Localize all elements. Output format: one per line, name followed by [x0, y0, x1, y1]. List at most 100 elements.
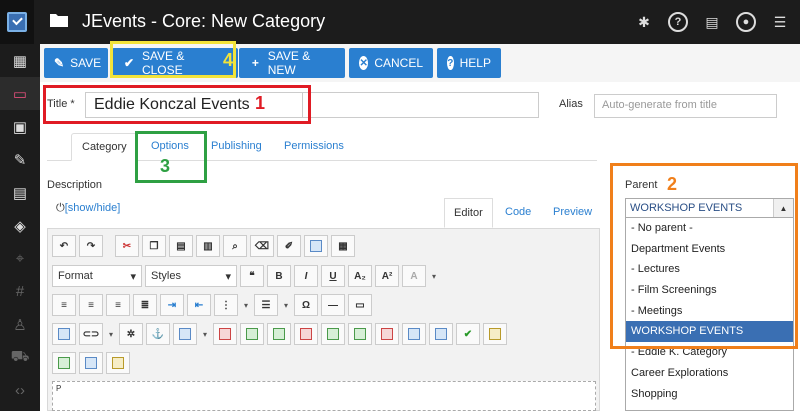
bullet-list-icon[interactable]: ☰: [254, 294, 278, 316]
user-icon[interactable]: ●: [736, 12, 756, 32]
insert-time-shape: [85, 357, 97, 369]
redo-icon[interactable]: ↷: [79, 235, 103, 257]
list-item[interactable]: Career Explorations: [626, 363, 793, 384]
template-icon[interactable]: [304, 235, 328, 257]
tab-publishing[interactable]: Publishing: [201, 133, 272, 161]
editor-content-area[interactable]: P: [52, 381, 596, 411]
show-hide-toggle[interactable]: ⏻[show/hide]: [56, 202, 120, 215]
paste-icon[interactable]: ▤: [169, 235, 193, 257]
edit-icon[interactable]: ✎: [0, 143, 40, 176]
close-icon: ✕: [359, 56, 369, 70]
form-tabs: Category Options Publishing Permissions: [47, 128, 597, 161]
cancel-button[interactable]: ✕ CANCEL: [349, 48, 433, 78]
spellcheck-icon[interactable]: ✔: [456, 323, 480, 345]
joomla-icon[interactable]: ✱: [634, 12, 654, 32]
tab-category[interactable]: Category: [71, 133, 138, 161]
location-icon[interactable]: ⌖: [0, 242, 40, 275]
wysiwyg-editor: ↶ ↷ ✂ ❐ ▤ ▥ ⌕ ⌫ ✐ ▦ Format ▾ Styles ▾ ❝ B …: [47, 228, 600, 411]
horizontal-rule-icon[interactable]: —: [321, 294, 345, 316]
merge-cell-icon[interactable]: [429, 323, 453, 345]
list-item[interactable]: Shopping: [626, 384, 793, 405]
underline-icon[interactable]: U: [321, 265, 345, 287]
alias-field[interactable]: Auto-generate from title: [594, 94, 777, 118]
justify-icon[interactable]: ≣: [133, 294, 157, 316]
paste-text-icon[interactable]: ▥: [196, 235, 220, 257]
outdent-icon[interactable]: ⇤: [187, 294, 211, 316]
tab-editor[interactable]: Editor: [444, 198, 493, 228]
paint-icon[interactable]: ◈: [0, 209, 40, 242]
brush-icon[interactable]: ✐: [277, 235, 301, 257]
events-icon[interactable]: ▣: [0, 110, 40, 143]
print-icon[interactable]: [483, 323, 507, 345]
page-break-icon[interactable]: ▭: [348, 294, 372, 316]
chevron-down-icon[interactable]: ▾: [200, 323, 210, 345]
split-cell-icon[interactable]: [402, 323, 426, 345]
annotation-box-title: [43, 85, 311, 124]
user-icon[interactable]: ♙: [0, 308, 40, 341]
title-field-extension[interactable]: [303, 92, 539, 118]
category-icon[interactable]: ▭: [0, 77, 40, 110]
align-left-icon[interactable]: ≡: [52, 294, 76, 316]
insert-time-icon[interactable]: [79, 352, 103, 374]
row-after-shape: [273, 328, 285, 340]
print-shape: [489, 328, 501, 340]
copy-icon[interactable]: ❐: [142, 235, 166, 257]
superscript-icon[interactable]: A²: [375, 265, 399, 287]
row-after-icon[interactable]: [267, 323, 291, 345]
subscript-icon[interactable]: A₂: [348, 265, 372, 287]
image-icon[interactable]: [52, 323, 76, 345]
find-icon[interactable]: ⌕: [223, 235, 247, 257]
font-color-icon[interactable]: A: [402, 265, 426, 287]
link-icon[interactable]: ⊂⊃: [79, 323, 103, 345]
chevron-down-icon[interactable]: ▾: [106, 323, 116, 345]
split-cell-shape: [408, 328, 420, 340]
notification-icon[interactable]: ▤: [702, 12, 722, 32]
settings-icon[interactable]: ☰: [770, 12, 790, 32]
row-before-icon[interactable]: [240, 323, 264, 345]
save-new-button[interactable]: + SAVE & NEW: [239, 48, 345, 78]
italic-icon[interactable]: I: [294, 265, 318, 287]
document-icon[interactable]: ▤: [0, 176, 40, 209]
tab-permissions[interactable]: Permissions: [274, 133, 354, 161]
media-icon[interactable]: [106, 352, 130, 374]
help-icon[interactable]: ?: [668, 12, 688, 32]
code-icon[interactable]: ‹›: [0, 374, 40, 407]
tab-code[interactable]: Code: [496, 198, 540, 228]
edit-icon: ✎: [54, 56, 65, 70]
unlink-icon[interactable]: ✲: [119, 323, 143, 345]
delete-table-icon[interactable]: [213, 323, 237, 345]
blockquote-icon[interactable]: ❝: [240, 265, 264, 287]
ordered-list-icon[interactable]: ⋮: [214, 294, 238, 316]
col-after-icon[interactable]: [348, 323, 372, 345]
styles-select[interactable]: Styles ▾: [145, 265, 237, 287]
anchor-icon[interactable]: ⚓: [146, 323, 170, 345]
undo-icon[interactable]: ↶: [52, 235, 76, 257]
delete-row-icon[interactable]: [294, 323, 318, 345]
eraser-icon[interactable]: ⌫: [250, 235, 274, 257]
align-center-icon[interactable]: ≡: [79, 294, 103, 316]
format-select[interactable]: Format ▾: [52, 265, 142, 287]
table-icon[interactable]: [173, 323, 197, 345]
align-right-icon[interactable]: ≡: [106, 294, 130, 316]
chevron-down-icon[interactable]: ▾: [281, 294, 291, 316]
delete-col-icon[interactable]: [375, 323, 399, 345]
cut-icon[interactable]: ✂: [115, 235, 139, 257]
insert-date-icon[interactable]: [52, 352, 76, 374]
save-button[interactable]: ✎ SAVE: [44, 48, 108, 78]
jevents-logo[interactable]: [0, 0, 34, 44]
help-button[interactable]: ? HELP: [437, 48, 501, 78]
indent-icon[interactable]: ⇥: [160, 294, 184, 316]
tab-preview[interactable]: Preview: [544, 198, 601, 228]
delete-col-shape: [381, 328, 393, 340]
special-char-icon[interactable]: Ω: [294, 294, 318, 316]
description-label: Description: [47, 179, 103, 191]
col-before-icon[interactable]: [321, 323, 345, 345]
tag-icon[interactable]: #: [0, 275, 40, 308]
cart-icon[interactable]: ⛟: [0, 341, 40, 374]
chevron-down-icon[interactable]: ▾: [429, 265, 439, 287]
annotation-box-parent: [610, 163, 798, 349]
chevron-down-icon[interactable]: ▾: [241, 294, 251, 316]
bold-icon[interactable]: B: [267, 265, 291, 287]
grid-icon[interactable]: ▦: [331, 235, 355, 257]
calendar-icon[interactable]: ▦: [0, 44, 40, 77]
